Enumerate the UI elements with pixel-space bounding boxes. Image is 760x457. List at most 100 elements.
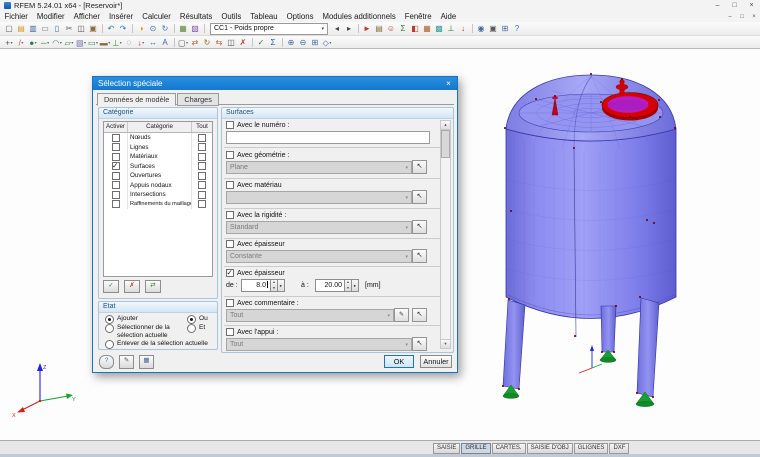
mdi-minimize-button[interactable]: – xyxy=(724,14,736,20)
menu-item-options[interactable]: Options xyxy=(282,12,318,21)
thickness-type-picker-button[interactable]: ↖ xyxy=(412,249,427,263)
scroll-down-icon[interactable]: ▼ xyxy=(441,339,450,348)
table-settings-button[interactable]: ▦ xyxy=(139,355,154,369)
flag-icon[interactable]: ► xyxy=(361,23,373,34)
menu-item-aide[interactable]: Aide xyxy=(436,12,461,21)
with-number-checkbox[interactable] xyxy=(226,121,234,129)
tout-checkbox[interactable] xyxy=(198,134,206,142)
menu-item-fichier[interactable]: Fichier xyxy=(0,12,32,21)
close-button[interactable]: × xyxy=(743,0,760,11)
select-icon[interactable]: ▢▾ xyxy=(177,37,189,48)
dialog-close-icon[interactable]: × xyxy=(440,77,457,90)
mesh-icon[interactable]: ▩ xyxy=(433,23,445,34)
display-properties-icon[interactable]: ▧ xyxy=(189,23,201,34)
invert-selection-button[interactable]: ⇄ xyxy=(145,280,161,293)
minimize-button[interactable]: – xyxy=(709,0,726,11)
maximize-button[interactable]: □ xyxy=(726,0,743,11)
tout-checkbox[interactable] xyxy=(198,172,206,180)
with-support-option[interactable]: Avec l'appui : xyxy=(226,328,278,336)
user-icon[interactable]: ☺ xyxy=(385,23,397,34)
new-window-icon[interactable]: ⊞ xyxy=(499,23,511,34)
ok-button[interactable]: OK xyxy=(384,355,414,368)
geometry-select[interactable]: Plane ▾ xyxy=(226,161,412,174)
tables-icon[interactable]: ▦ xyxy=(421,23,433,34)
with-material-checkbox[interactable] xyxy=(226,181,234,189)
radio-enlever[interactable]: Enlever de la sélection actuelle xyxy=(105,340,215,349)
with-stiffness-option[interactable]: Avec la rigidité : xyxy=(226,211,286,219)
thickness-from-stepper[interactable] xyxy=(271,279,278,292)
new-surface-icon[interactable]: ▱▾ xyxy=(63,37,75,48)
with-thickness-checkbox[interactable] xyxy=(226,269,234,277)
open-folder-icon[interactable]: ▤ xyxy=(15,23,27,34)
dimension-icon[interactable]: ↔ xyxy=(147,37,159,48)
cut-icon[interactable]: ✂ xyxy=(63,23,75,34)
activer-checkbox[interactable] xyxy=(112,181,120,189)
menu-item-ins-rer[interactable]: Insérer xyxy=(104,12,137,21)
new-solid-icon[interactable]: ▧▾ xyxy=(75,37,87,48)
with-stiffness-checkbox[interactable] xyxy=(226,211,234,219)
with-geometry-option[interactable]: Avec géométrie : xyxy=(226,151,289,159)
thickness-to-stepper[interactable] xyxy=(345,279,352,292)
edit-comment-button[interactable]: ✎ xyxy=(119,355,134,369)
status-tab-saisie[interactable]: SAISIE xyxy=(433,443,460,454)
spin-down-icon[interactable] xyxy=(271,286,277,292)
menu-item-afficher[interactable]: Afficher xyxy=(69,12,104,21)
zoom-window-icon[interactable]: ⊞ xyxy=(309,37,321,48)
activer-checkbox[interactable] xyxy=(112,172,120,180)
new-file-icon[interactable]: ▢ xyxy=(3,23,15,34)
delete-icon[interactable]: ✗ xyxy=(237,37,249,48)
print-icon[interactable]: ▭ xyxy=(39,23,51,34)
with-thickness-type-checkbox[interactable] xyxy=(226,240,234,248)
status-tab-dxf[interactable]: DXF xyxy=(609,443,629,454)
menu-item-calculer[interactable]: Calculer xyxy=(138,12,176,21)
stiffness-select[interactable]: Standard ▾ xyxy=(226,221,412,234)
isometric-view-icon[interactable]: ◇▾ xyxy=(321,37,333,48)
plausibility-check-icon[interactable]: ✓ xyxy=(255,37,267,48)
copy-object-icon[interactable]: ◫ xyxy=(225,37,237,48)
undo-icon[interactable]: ↶ xyxy=(105,23,117,34)
cancel-button[interactable]: Annuler xyxy=(420,355,452,368)
new-support-icon[interactable]: ⊥▾ xyxy=(111,37,123,48)
new-load-icon[interactable]: ↓▾ xyxy=(135,37,147,48)
load-icon[interactable]: ↓ xyxy=(457,23,469,34)
material-picker-button[interactable]: ↖ xyxy=(412,190,427,204)
activer-checkbox[interactable] xyxy=(112,153,120,161)
save-icon[interactable]: ▥ xyxy=(27,23,39,34)
thickness-to-input[interactable]: 20.00 xyxy=(315,279,345,292)
with-comment-checkbox[interactable] xyxy=(226,299,234,307)
deselect-all-button[interactable]: ✗ xyxy=(124,280,140,293)
sum-calculate-icon[interactable]: Σ xyxy=(397,23,409,34)
tab-loads[interactable]: Charges xyxy=(177,93,219,106)
surfaces-scrollbar[interactable]: ▲ ▼ xyxy=(440,120,451,349)
calculation-icon[interactable]: Σ xyxy=(267,37,279,48)
guideline-icon[interactable]: /▾ xyxy=(15,37,27,48)
support-icon[interactable]: ⊥ xyxy=(445,23,457,34)
move-icon[interactable]: ⇄ xyxy=(189,37,201,48)
stiffness-picker-button[interactable]: ↖ xyxy=(412,220,427,234)
radio-et[interactable]: Et xyxy=(187,324,205,333)
geometry-picker-button[interactable]: ↖ xyxy=(412,160,427,174)
activer-checkbox[interactable] xyxy=(112,200,120,208)
spin-down-icon[interactable] xyxy=(345,286,351,292)
tout-checkbox[interactable] xyxy=(198,143,206,151)
numbering-icon[interactable]: ▦ xyxy=(177,23,189,34)
menu-item-tableau[interactable]: Tableau xyxy=(246,12,282,21)
thickness-from-measure-button[interactable] xyxy=(278,279,285,292)
tab-model-data[interactable]: Données de modèle xyxy=(97,93,176,106)
tout-checkbox[interactable] xyxy=(198,191,206,199)
new-opening-icon[interactable]: ▭▾ xyxy=(87,37,99,48)
activer-checkbox[interactable] xyxy=(112,191,120,199)
with-number-option[interactable]: Avec le numéro : xyxy=(226,121,289,129)
rotate-view-icon[interactable]: ↻ xyxy=(159,23,171,34)
mirror-icon[interactable]: ⇆ xyxy=(213,37,225,48)
tout-checkbox[interactable] xyxy=(198,181,206,189)
zoom-out-icon[interactable]: ⊖ xyxy=(297,37,309,48)
copy-icon[interactable]: ◫ xyxy=(75,23,87,34)
support-select[interactable]: Tout ▾ xyxy=(226,338,412,351)
results-icon[interactable]: ◧ xyxy=(409,23,421,34)
redo-icon[interactable]: ↷ xyxy=(117,23,129,34)
dialog-titlebar[interactable]: Sélection spéciale × xyxy=(93,77,457,90)
scrollbar-thumb[interactable] xyxy=(441,130,450,158)
scroll-up-icon[interactable]: ▲ xyxy=(441,121,450,130)
material-select[interactable]: ▾ xyxy=(226,191,412,204)
